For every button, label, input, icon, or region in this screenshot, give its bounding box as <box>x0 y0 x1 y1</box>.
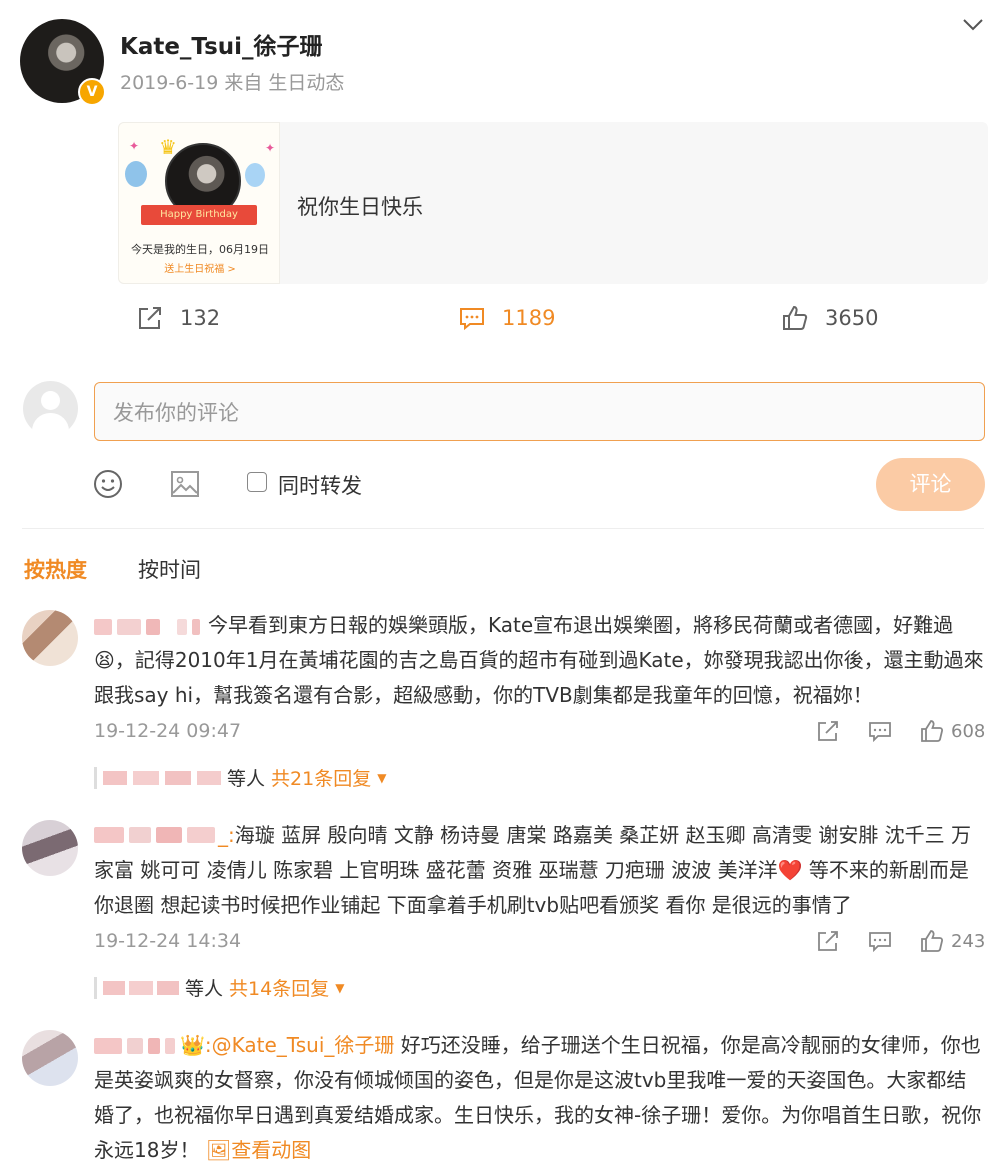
emoji-icon[interactable] <box>92 468 124 500</box>
post-date: 2019-6-19 <box>120 72 219 94</box>
crown-badge-icon: 👑 <box>180 1033 205 1057</box>
comment-like-count: 608 <box>951 720 986 742</box>
comment-input[interactable]: 发布你的评论 <box>94 382 985 441</box>
birthday-card-image[interactable]: ✦ ✦ ♛ Happy Birthday 今天是我的生日，06月19日 送上生日… <box>118 122 280 284</box>
birthday-card-text: 祝你生日快乐 <box>297 195 423 219</box>
comment-time: 19-12-24 14:34 <box>94 930 242 952</box>
comment-icon[interactable] <box>867 928 893 954</box>
reply-bar <box>94 976 97 999</box>
reply-summary[interactable]: 等人 共14条回复 ▼ <box>94 974 344 1001</box>
author-name[interactable]: Kate_Tsui_徐子珊 <box>120 27 323 61</box>
repost-icon <box>139 307 161 329</box>
comment-count: 1189 <box>502 306 556 330</box>
reply-summary[interactable]: 等人 共21条回复 ▼ <box>94 764 386 791</box>
mention-link[interactable]: :@Kate_Tsui_徐子珊 <box>205 1033 394 1057</box>
balloon-icon <box>245 163 265 187</box>
commenter-avatar[interactable] <box>22 1030 78 1086</box>
post-meta: 2019-6-19 来自 生日动态 <box>120 68 344 95</box>
post-source: 来自 生日动态 <box>224 72 345 94</box>
star-icon: ✦ <box>265 141 276 155</box>
reply-bar <box>94 766 97 789</box>
divider <box>22 528 984 529</box>
reply-count[interactable]: 共21条回复 <box>271 764 371 791</box>
thumbs-up-icon[interactable] <box>919 928 945 954</box>
star-icon: ✦ <box>129 139 140 153</box>
comment-like-count: 243 <box>951 930 986 952</box>
name-tail: _: <box>218 823 235 847</box>
comment-icon <box>460 308 484 331</box>
comment-icon[interactable] <box>867 718 893 744</box>
forward-label[interactable]: 同时转发 <box>278 470 362 500</box>
tab-sort-hot[interactable]: 按热度 <box>24 554 87 584</box>
comment-text: 今早看到東方日報的娛樂頭版，Kate宣布退出娛樂圈，將移民荷蘭或者德國，好難過😫… <box>94 613 984 707</box>
send-wishes-link[interactable]: 送上生日祝福 > <box>119 260 279 275</box>
comment-text: _:海璇 蓝屏 殷向晴 文静 杨诗曼 唐棠 路嘉美 桑芷妍 赵玉卿 高清雯 谢安… <box>94 818 986 923</box>
forward-checkbox[interactable] <box>247 472 267 492</box>
reply-suffix: 等人 <box>227 768 266 790</box>
balloon-icon <box>125 161 147 187</box>
thumbs-up-icon[interactable] <box>919 718 945 744</box>
commenter-avatar[interactable] <box>22 610 78 666</box>
my-avatar <box>23 381 78 436</box>
view-gif-link[interactable]: 🖼查看动图 <box>206 1138 311 1162</box>
birthday-ribbon: Happy Birthday <box>141 205 257 225</box>
repost-button[interactable]: 132 <box>136 304 220 332</box>
reply-suffix: 等人 <box>185 978 224 1000</box>
submit-comment-button[interactable]: 评论 <box>876 458 985 511</box>
tab-sort-time[interactable]: 按时间 <box>138 554 201 584</box>
verified-badge-icon: V <box>78 78 106 106</box>
like-count: 3650 <box>825 306 879 330</box>
comment-actions: 243 <box>815 928 985 954</box>
reply-count[interactable]: 共14条回复 <box>229 974 329 1001</box>
commenter-avatar[interactable] <box>22 820 78 876</box>
comment-text: 👑:@Kate_Tsui_徐子珊 好巧还没睡，给子珊送个生日祝福，你是高冷靓丽的… <box>94 1028 986 1168</box>
repost-count: 132 <box>180 306 221 330</box>
birthday-date-text: 今天是我的生日，06月19日 <box>131 243 269 256</box>
replier-names-blurred <box>103 770 221 785</box>
comment-time: 19-12-24 09:47 <box>94 720 242 742</box>
repost-icon[interactable] <box>815 928 841 954</box>
comment-button[interactable]: 1189 <box>458 304 555 332</box>
repost-icon[interactable] <box>815 718 841 744</box>
replier-names-blurred <box>103 980 179 995</box>
caret-down-icon: ▼ <box>335 980 345 995</box>
image-icon[interactable] <box>169 468 201 500</box>
thumbs-up-icon <box>783 305 808 330</box>
caret-down-icon: ▼ <box>377 770 387 785</box>
like-button[interactable]: 3650 <box>781 304 878 332</box>
comment-actions: 608 <box>815 718 985 744</box>
chevron-down-icon[interactable] <box>960 12 986 44</box>
